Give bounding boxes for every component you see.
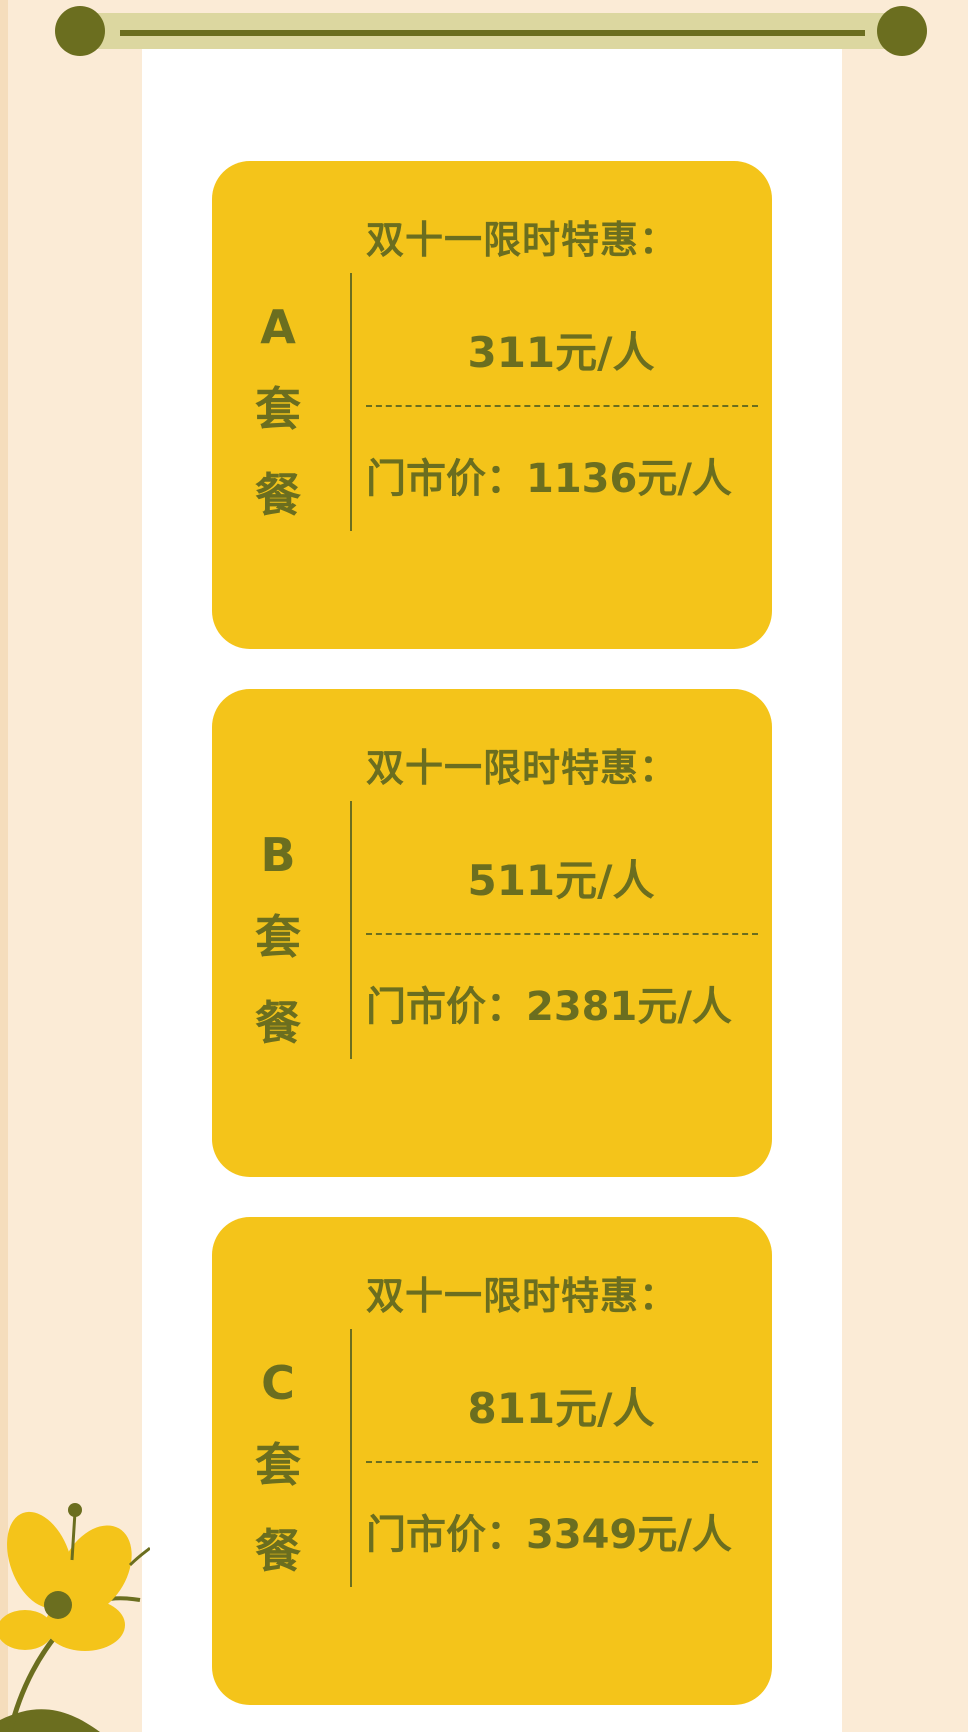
dashed-separator [366, 933, 758, 935]
scroll-rod-line [120, 30, 865, 36]
package-letter: C [261, 1356, 295, 1410]
promo-price: 311元/人 [467, 328, 655, 377]
package-letter: A [260, 300, 296, 354]
market-price: 门市价：1136元/人 [366, 456, 732, 502]
flower-icon [0, 1503, 150, 1732]
market-price: 门市价：3349元/人 [366, 1512, 732, 1558]
card-divider [350, 1329, 352, 1587]
package-name: 套 餐 [255, 1438, 301, 1578]
package-card-c[interactable]: C 套 餐 双十一限时特惠： 811元/人 门市价：3349元/人 [212, 1217, 772, 1705]
package-name: 套 餐 [255, 382, 301, 522]
promo-label: 双十一限时特惠： [366, 1274, 679, 1318]
scroll-knob-right [877, 6, 927, 56]
promo-label: 双十一限时特惠： [366, 218, 679, 262]
scroll-knob-left [55, 6, 105, 56]
card-divider [350, 801, 352, 1059]
promo-price: 511元/人 [467, 856, 655, 905]
left-edge-strip [0, 0, 8, 1732]
package-name: 套 餐 [255, 910, 301, 1050]
dashed-separator [366, 1461, 758, 1463]
market-price: 门市价：2381元/人 [366, 984, 732, 1030]
package-card-a[interactable]: A 套 餐 双十一限时特惠： 311元/人 门市价：1136元/人 [212, 161, 772, 649]
promo-price: 811元/人 [467, 1384, 655, 1433]
package-card-b[interactable]: B 套 餐 双十一限时特惠： 511元/人 门市价：2381元/人 [212, 689, 772, 1177]
package-letter: B [260, 828, 296, 882]
card-divider [350, 273, 352, 531]
promo-label: 双十一限时特惠： [366, 746, 679, 790]
dashed-separator [366, 405, 758, 407]
